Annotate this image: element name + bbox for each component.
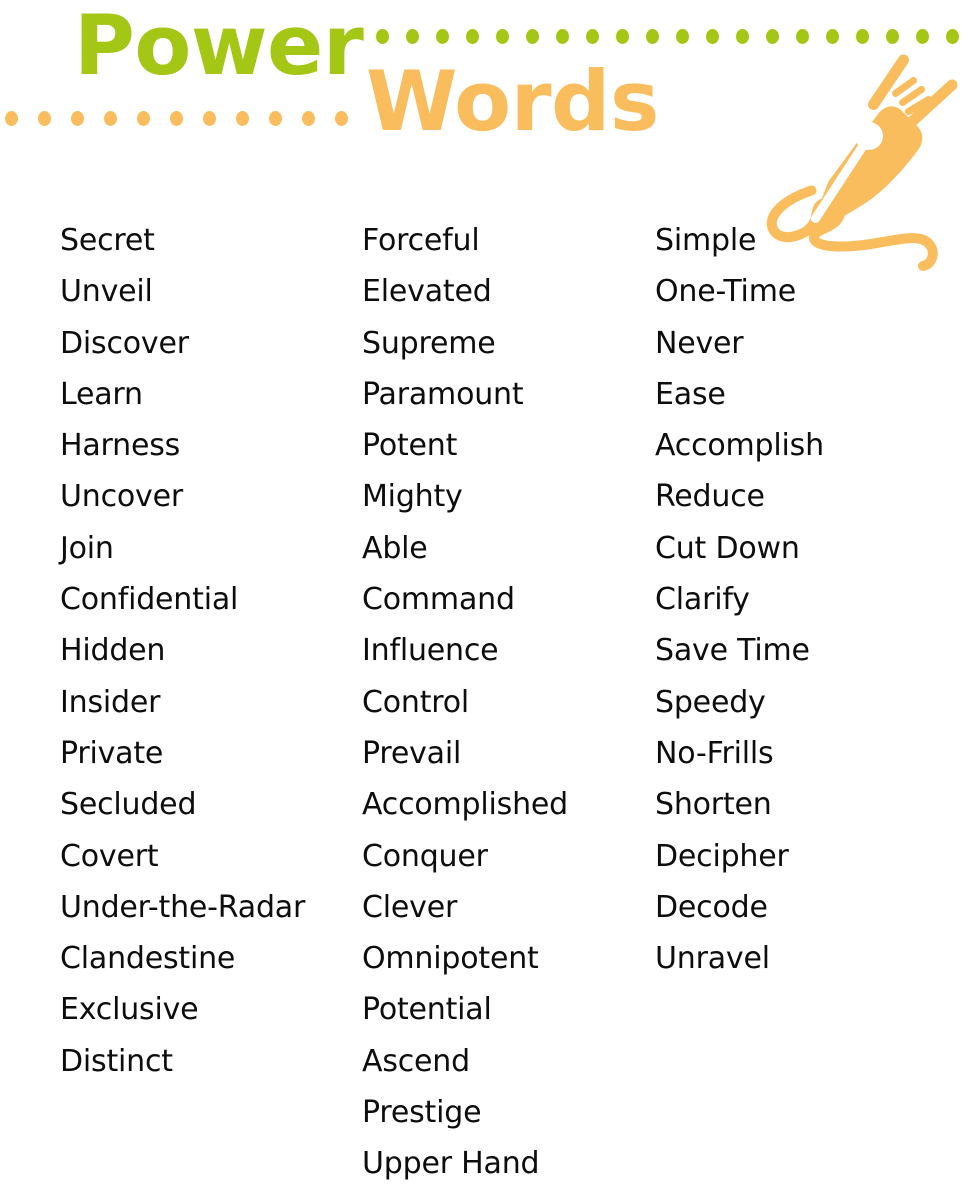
- green-dot: [916, 29, 929, 44]
- word-item: Influence: [362, 633, 499, 669]
- word-item: Decode: [655, 889, 768, 925]
- word-item: Able: [362, 530, 428, 566]
- word-item: Never: [655, 325, 744, 361]
- word-item: Simple: [655, 223, 757, 258]
- word-item: Reduce: [655, 479, 765, 515]
- word-item: Speedy: [655, 684, 766, 720]
- word-item: Prestige: [362, 1095, 482, 1131]
- word-item: Unveil: [60, 274, 153, 310]
- green-dot: [406, 29, 419, 44]
- word-item: Hidden: [60, 633, 166, 669]
- word-item: Shorten: [655, 787, 772, 823]
- green-dot: [886, 29, 899, 44]
- word-column-3: Simple One-Time Never Ease Accomplish Re…: [655, 215, 824, 984]
- orange-dot: [269, 111, 282, 126]
- green-dot: [736, 29, 749, 44]
- orange-dot: [5, 111, 18, 126]
- word-list-container: Secret Unveil Discover Learn Harness Unc…: [0, 215, 969, 1200]
- word-item: Control: [362, 684, 470, 720]
- green-dot: [586, 29, 599, 44]
- poster-header: Power Words: [0, 0, 969, 271]
- word-item: Supreme: [362, 325, 496, 361]
- word-item: Forceful: [362, 223, 480, 258]
- word-item: Prevail: [362, 735, 462, 771]
- word-item: Ascend: [362, 1043, 470, 1079]
- green-dot: [826, 29, 839, 44]
- word-item: Exclusive: [60, 992, 199, 1028]
- green-dot: [706, 29, 719, 44]
- green-dot-decoration-row: [376, 29, 969, 44]
- green-dot: [526, 29, 539, 44]
- word-item: Clandestine: [60, 941, 236, 977]
- orange-dot: [203, 111, 216, 126]
- word-item: No-Frills: [655, 735, 774, 771]
- word-item: Under-the-Radar: [60, 889, 306, 925]
- green-dot: [946, 29, 959, 44]
- word-item: Learn: [60, 376, 143, 412]
- word-item: Upper Hand: [362, 1146, 540, 1182]
- word-item: Clever: [362, 889, 458, 925]
- word-item: Harness: [60, 428, 181, 464]
- orange-dot: [71, 111, 84, 126]
- word-item: Decipher: [655, 838, 789, 874]
- orange-dot: [104, 111, 117, 126]
- word-item: Confidential: [60, 582, 239, 618]
- green-dot: [466, 29, 479, 44]
- word-item: Unravel: [655, 941, 770, 977]
- orange-dot: [302, 111, 315, 126]
- page-title-power: Power: [74, 0, 364, 94]
- orange-dot: [335, 111, 348, 126]
- word-item: Covert: [60, 838, 159, 874]
- word-item: Conquer: [362, 838, 488, 874]
- word-item: Insider: [60, 684, 161, 720]
- orange-dot: [236, 111, 249, 126]
- power-words-poster: Power Words Secret Unveil Discover Learn…: [0, 0, 969, 1200]
- word-item: Discover: [60, 325, 189, 361]
- word-item: Accomplish: [655, 428, 824, 464]
- word-item: Elevated: [362, 274, 492, 310]
- word-item: Ease: [655, 376, 726, 412]
- word-item: Distinct: [60, 1043, 173, 1079]
- orange-dot: [170, 111, 183, 126]
- green-dot: [376, 29, 389, 44]
- word-column-2: Forceful Elevated Supreme Paramount Pote…: [362, 215, 568, 1190]
- green-dot: [556, 29, 569, 44]
- green-dot: [856, 29, 869, 44]
- word-item: Secret: [60, 223, 155, 258]
- word-item: Save Time: [655, 633, 810, 669]
- page-title-words: Words: [366, 53, 659, 150]
- word-item: Omnipotent: [362, 941, 539, 977]
- word-item: Uncover: [60, 479, 183, 515]
- word-item: Potential: [362, 992, 492, 1028]
- green-dot: [796, 29, 809, 44]
- green-dot: [646, 29, 659, 44]
- word-item: Private: [60, 735, 164, 771]
- word-item: Accomplished: [362, 787, 569, 823]
- word-item: Potent: [362, 428, 458, 464]
- word-item: Cut Down: [655, 530, 800, 566]
- word-item: Join: [60, 530, 114, 566]
- orange-dot: [38, 111, 51, 126]
- orange-dot: [137, 111, 150, 126]
- word-item: Paramount: [362, 376, 524, 412]
- word-item: One-Time: [655, 274, 796, 310]
- word-item: Command: [362, 582, 515, 618]
- green-dot: [676, 29, 689, 44]
- green-dot: [496, 29, 509, 44]
- word-item: Secluded: [60, 787, 197, 823]
- green-dot: [766, 29, 779, 44]
- word-item: Clarify: [655, 582, 750, 618]
- word-item: Mighty: [362, 479, 463, 515]
- green-dot: [436, 29, 449, 44]
- orange-dot-decoration-row: [5, 111, 368, 126]
- word-column-1: Secret Unveil Discover Learn Harness Unc…: [60, 215, 305, 1087]
- green-dot: [616, 29, 629, 44]
